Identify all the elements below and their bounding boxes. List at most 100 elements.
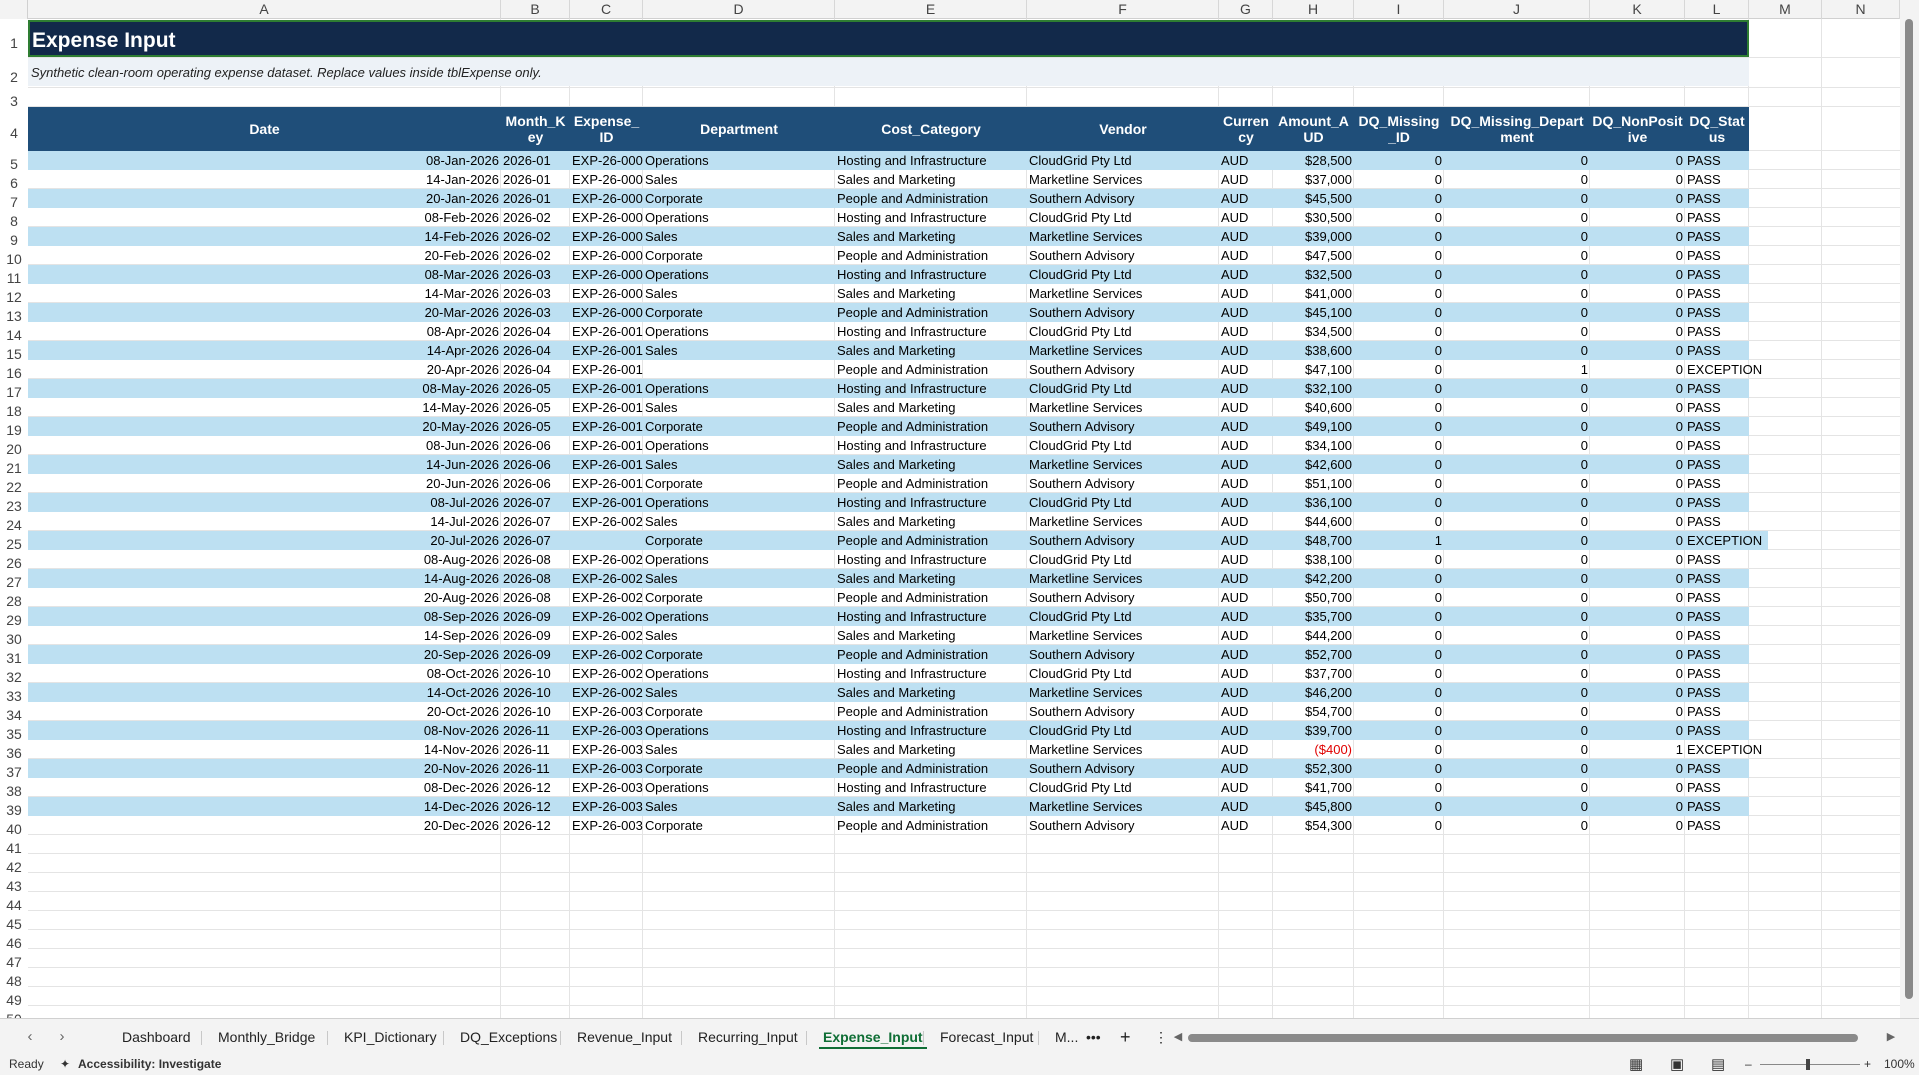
cell-vendor[interactable]: Marketline Services [1027,569,1219,588]
cell-date[interactable]: 20-Jun-2026 [28,474,501,493]
table-row[interactable]: 08-Nov-2026 2026-11 EXP-26-0031 Operations H… [28,721,1749,740]
row-number[interactable]: 21 [0,455,28,476]
cell-date[interactable]: 14-Oct-2026 [28,683,501,702]
header-amount-aud[interactable]: Amount_AUD [1273,107,1354,151]
cell-dq-status[interactable]: PASS [1685,151,1749,170]
cell-amount-aud[interactable]: $32,500 [1273,265,1354,284]
vertical-scroll-thumb[interactable] [1905,19,1913,999]
header-dq-missing-department[interactable]: DQ_Missing_Department [1444,107,1590,151]
column-header-n[interactable]: N [1822,0,1900,19]
cell-cost-category[interactable]: People and Administration [835,360,1027,379]
cell-expense-id[interactable]: EXP-26-0009 [570,303,643,322]
cell-dq-status[interactable]: PASS [1685,493,1749,512]
cell-expense-id[interactable]: EXP-26-0031 [570,721,643,740]
cell-expense-id[interactable]: EXP-26-0033 [570,759,643,778]
cell-month-key[interactable]: 2026-05 [501,417,570,436]
cell-vendor[interactable]: Southern Advisory [1027,531,1219,550]
table-row[interactable]: 08-Aug-2026 2026-08 EXP-26-0022 Operations H… [28,550,1749,569]
cell-department[interactable]: Operations [643,664,835,683]
cell-department[interactable]: Operations [643,208,835,227]
cell-dq-missing-department[interactable]: 0 [1444,645,1590,664]
row-number[interactable]: 26 [0,550,28,571]
cell-cost-category[interactable]: People and Administration [835,816,1027,835]
cell-amount-aud[interactable]: $32,100 [1273,379,1354,398]
row-number[interactable]: 18 [0,398,28,419]
cell-vendor[interactable]: Southern Advisory [1027,702,1219,721]
tab-prev-icon[interactable]: ‹ [20,1019,40,1055]
cell-currency[interactable]: AUD [1219,398,1273,417]
cell-expense-id[interactable]: EXP-26-0027 [570,645,643,664]
header-vendor[interactable]: Vendor [1027,107,1219,151]
cell-dq-missing-id[interactable]: 0 [1354,588,1444,607]
table-row[interactable]: 14-Aug-2026 2026-08 EXP-26-0023 Sales Sales … [28,569,1749,588]
cell-vendor[interactable]: Marketline Services [1027,284,1219,303]
cell-dq-missing-id[interactable]: 0 [1354,398,1444,417]
cell-amount-aud[interactable]: $45,800 [1273,797,1354,816]
cell-dq-status[interactable]: PASS [1685,664,1749,683]
cell-month-key[interactable]: 2026-10 [501,683,570,702]
table-row[interactable]: 20-Jun-2026 2026-06 EXP-26-0018 Corporate Pe… [28,474,1749,493]
cell-dq-missing-department[interactable]: 0 [1444,170,1590,189]
cell-dq-missing-department[interactable]: 0 [1444,303,1590,322]
cell-month-key[interactable]: 2026-03 [501,265,570,284]
cell-dq-missing-id[interactable]: 0 [1354,816,1444,835]
row-number[interactable]: 24 [0,512,28,533]
cell-vendor[interactable]: Marketline Services [1027,398,1219,417]
cell-amount-aud[interactable]: $36,100 [1273,493,1354,512]
cell-expense-id[interactable]: EXP-26-0015 [570,417,643,436]
column-header-f[interactable]: F [1027,0,1219,19]
row-number[interactable]: 12 [0,284,28,305]
header-dq-missing-id[interactable]: DQ_Missing_ID [1354,107,1444,151]
cell-currency[interactable]: AUD [1219,721,1273,740]
cell-dq-status[interactable]: EXCEPTION [1685,360,1762,379]
cell-vendor[interactable]: Marketline Services [1027,797,1219,816]
row-number[interactable]: 37 [0,759,28,780]
row-number[interactable]: 19 [0,417,28,438]
cell-currency[interactable]: AUD [1219,588,1273,607]
cell-amount-aud[interactable]: $51,100 [1273,474,1354,493]
cell-cost-category[interactable]: Sales and Marketing [835,455,1027,474]
cell-month-key[interactable]: 2026-01 [501,151,570,170]
column-header-a[interactable]: A [28,0,501,19]
row-number[interactable]: 22 [0,474,28,495]
cell-dq-status[interactable]: PASS [1685,417,1749,436]
cell-dq-status[interactable]: PASS [1685,778,1749,797]
cell-dq-nonpositive[interactable]: 0 [1590,170,1685,189]
cell-vendor[interactable]: CloudGrid Pty Ltd [1027,265,1219,284]
cell-currency[interactable]: AUD [1219,227,1273,246]
cell-department[interactable]: Corporate [643,189,835,208]
cell-cost-category[interactable]: Hosting and Infrastructure [835,436,1027,455]
row-number[interactable]: 8 [0,208,28,229]
header-dq-status[interactable]: DQ_Status [1685,107,1749,151]
cell-cost-category[interactable]: People and Administration [835,702,1027,721]
table-row[interactable]: 08-Apr-2026 2026-04 EXP-26-0010 Operations H… [28,322,1749,341]
cell-dq-missing-department[interactable]: 0 [1444,379,1590,398]
row-number[interactable]: 6 [0,170,28,191]
cell-vendor[interactable]: CloudGrid Pty Ltd [1027,607,1219,626]
cell-dq-missing-department[interactable]: 0 [1444,227,1590,246]
title-cell[interactable]: Expense Input [28,20,1749,57]
cell-amount-aud[interactable]: $34,500 [1273,322,1354,341]
cell-amount-aud[interactable]: $38,100 [1273,550,1354,569]
cell-currency[interactable]: AUD [1219,265,1273,284]
row-number[interactable]: 4 [0,107,28,151]
cell-dq-status[interactable]: PASS [1685,284,1749,303]
cell-dq-status[interactable]: PASS [1685,645,1749,664]
cell-vendor[interactable]: Southern Advisory [1027,246,1219,265]
cell-currency[interactable]: AUD [1219,208,1273,227]
cell-cost-category[interactable]: Sales and Marketing [835,227,1027,246]
cell-amount-aud[interactable]: $47,500 [1273,246,1354,265]
cell-department[interactable]: Sales [643,512,835,531]
row-number[interactable]: 50 [0,1006,28,1018]
select-all-corner[interactable] [0,0,28,19]
cell-cost-category[interactable]: Sales and Marketing [835,398,1027,417]
tab-forecast-input[interactable]: Forecast_Input [926,1019,1047,1055]
cell-month-key[interactable]: 2026-09 [501,645,570,664]
cell-expense-id[interactable]: EXP-26-0010 [570,322,643,341]
cell-dq-nonpositive[interactable]: 0 [1590,512,1685,531]
cell-month-key[interactable]: 2026-02 [501,208,570,227]
spreadsheet-grid[interactable]: ABCDEFGHIJKLMN 1 2 3 4 5 6 7 8 9 10 11 12 13 14 15 16 17… [0,0,1900,1018]
cell-expense-id[interactable]: EXP-26-0004 [570,208,643,227]
cell-dq-status[interactable]: PASS [1685,797,1749,816]
cell-cost-category[interactable]: Hosting and Infrastructure [835,721,1027,740]
